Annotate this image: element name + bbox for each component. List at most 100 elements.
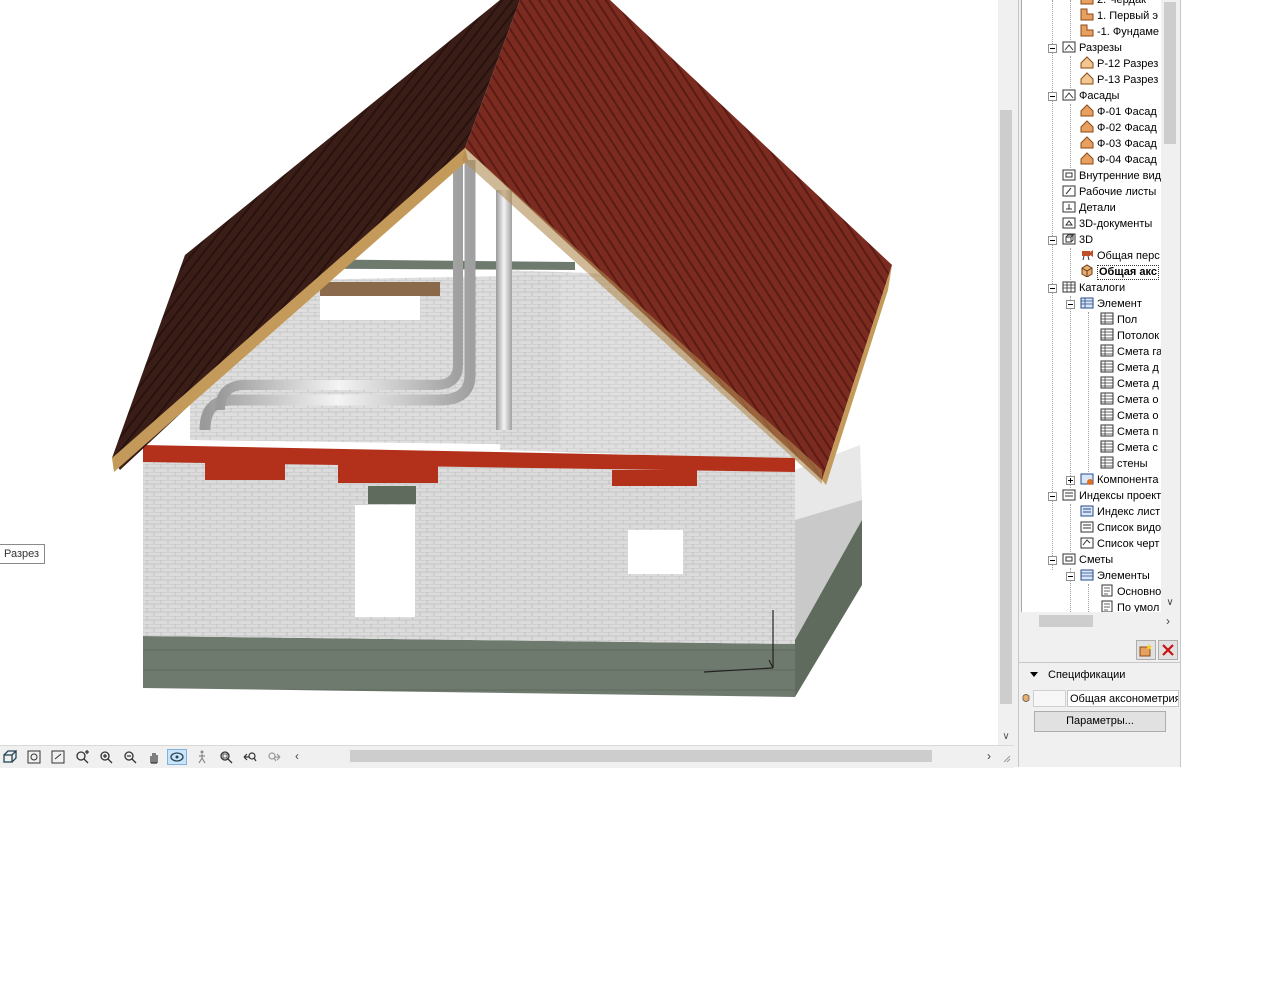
tree-item-story-1[interactable]: 1. Первый э xyxy=(1080,8,1158,24)
zoom-previous-icon[interactable] xyxy=(48,749,68,765)
tree-item-section-r13[interactable]: Р-13 Разрез xyxy=(1080,72,1158,88)
tree-item-elevation-f04[interactable]: Ф-04 Фасад xyxy=(1080,152,1157,168)
view-type-icon xyxy=(1022,693,1030,703)
tree-item-schedules[interactable]: Каталоги xyxy=(1062,280,1125,296)
chevron-down-icon[interactable]: ∨ xyxy=(1000,730,1012,744)
chevron-right-icon[interactable]: › xyxy=(982,748,996,764)
viewport-horizontal-scrollbar[interactable]: ‹ › xyxy=(290,748,1006,764)
tree-item-generic-axonometry[interactable]: Общая акс xyxy=(1080,264,1159,280)
table-icon xyxy=(1100,424,1114,437)
walk-icon[interactable] xyxy=(192,749,212,765)
tree-scroll-thumb[interactable] xyxy=(1164,2,1176,144)
orbit-icon[interactable] xyxy=(167,749,187,765)
table-icon xyxy=(1100,440,1114,453)
collapse-toggle[interactable] xyxy=(1066,300,1075,309)
new-view-icon xyxy=(1139,644,1152,657)
collapse-toggle[interactable] xyxy=(1048,492,1057,501)
3d-view-icon[interactable] xyxy=(0,749,20,765)
section-view-icon xyxy=(1080,72,1094,85)
chevron-left-icon[interactable]: ‹ xyxy=(290,748,304,764)
table-icon xyxy=(1100,360,1114,373)
tree-item-generic-perspective[interactable]: Общая перс xyxy=(1080,248,1160,264)
tree-item-worksheets[interactable]: Рабочие листы xyxy=(1062,184,1156,200)
horizontal-scroll-thumb[interactable] xyxy=(350,750,932,762)
tree-item-sections[interactable]: Разрезы xyxy=(1062,40,1122,56)
tree-horizontal-scrollbar[interactable]: › xyxy=(1021,612,1179,630)
zoom-window-icon[interactable] xyxy=(216,749,236,765)
table-icon xyxy=(1100,344,1114,357)
forward-zoom-icon[interactable] xyxy=(264,749,284,765)
delete-button[interactable] xyxy=(1158,640,1178,660)
3d-viewport[interactable] xyxy=(0,0,998,745)
tree-item-sheet-index[interactable]: Индекс лист xyxy=(1080,504,1160,520)
tree-item-schedule-ceiling[interactable]: Потолок xyxy=(1100,328,1159,344)
expand-toggle[interactable] xyxy=(1066,476,1075,485)
table-icon xyxy=(1100,328,1114,341)
tree-item-elevation-f02[interactable]: Ф-02 Фасад xyxy=(1080,120,1157,136)
collapse-toggle[interactable] xyxy=(1048,92,1057,101)
tree-item-elevation-f03[interactable]: Ф-03 Фасад xyxy=(1080,136,1157,152)
chevron-right-icon[interactable]: › xyxy=(1161,612,1175,630)
table-icon xyxy=(1100,456,1114,469)
house-3d-model[interactable] xyxy=(0,0,998,745)
chevron-down-icon[interactable]: ∨ xyxy=(1164,596,1176,610)
zoom-out-icon[interactable] xyxy=(120,749,140,765)
tree-item-components[interactable]: Компонента xyxy=(1080,472,1158,488)
resize-grip-icon[interactable] xyxy=(1002,750,1012,764)
fit-in-window-icon[interactable] xyxy=(24,749,44,765)
tree-item-3d[interactable]: 3D xyxy=(1062,232,1093,248)
tree-item-schedule-6[interactable]: Смета о xyxy=(1100,392,1158,408)
tree-item-elevation-f01[interactable]: Ф-01 Фасад xyxy=(1080,104,1157,120)
tree-item-project-indexes[interactable]: Индексы проект xyxy=(1062,488,1161,504)
collapse-toggle[interactable] xyxy=(1048,236,1057,245)
parameters-button[interactable]: Параметры... xyxy=(1034,711,1166,732)
table-icon xyxy=(1100,408,1114,421)
tree-item-view-list[interactable]: Список видо xyxy=(1080,520,1161,536)
vertical-scroll-thumb[interactable] xyxy=(1000,110,1012,704)
view-name-field[interactable]: Общая аксонометрия xyxy=(1067,690,1179,707)
collapse-toggle[interactable] xyxy=(1048,284,1057,293)
tree-item-elevations[interactable]: Фасады xyxy=(1062,88,1119,104)
tooltip: Разрез xyxy=(0,544,46,564)
tree-item-schedule-5[interactable]: Смета д xyxy=(1100,376,1159,392)
tree-item-details[interactable]: Детали xyxy=(1062,200,1116,216)
collapse-toggle[interactable] xyxy=(1048,44,1057,53)
tree-vertical-scrollbar[interactable]: ∨ xyxy=(1161,0,1179,612)
viewport-vertical-scrollbar[interactable]: ∨ xyxy=(998,0,1014,745)
tree-item-estimate-default[interactable]: По умол xyxy=(1100,600,1159,612)
navigator-tree[interactable]: 2. Чердак 1. Первый э -1. Фундаме Разрез… xyxy=(1021,0,1162,612)
zoom-in-icon[interactable] xyxy=(96,749,116,765)
tree-item-schedule-8[interactable]: Смета п xyxy=(1100,424,1158,440)
tree-item-estimate-elements[interactable]: Элементы xyxy=(1080,568,1150,584)
story-icon xyxy=(1080,0,1094,5)
tree-item-story-foundation[interactable]: -1. Фундаме xyxy=(1080,24,1159,40)
table-icon xyxy=(1100,312,1114,325)
table-icon xyxy=(1100,392,1114,405)
view-id-field[interactable] xyxy=(1033,690,1066,707)
new-view-button[interactable] xyxy=(1136,640,1156,660)
tree-item-schedule-floor[interactable]: Пол xyxy=(1100,312,1137,328)
tree-item-section-r12[interactable]: Р-12 Разрез xyxy=(1080,56,1158,72)
tree-item-interior-elevations[interactable]: Внутренние вид xyxy=(1062,168,1161,184)
specs-section-header[interactable]: Спецификации xyxy=(1030,667,1180,683)
tree-item-estimate-main[interactable]: Основно xyxy=(1100,584,1161,600)
collapse-toggle[interactable] xyxy=(1048,556,1057,565)
back-zoom-icon[interactable] xyxy=(240,749,260,765)
tree-item-schedule-7[interactable]: Смета о xyxy=(1100,408,1158,424)
tree-item-drawing-list[interactable]: Список черт xyxy=(1080,536,1159,552)
pan-icon[interactable] xyxy=(144,749,164,765)
tree-item-element-schedules[interactable]: Элемент xyxy=(1080,296,1142,312)
zoom-add-icon[interactable] xyxy=(72,749,92,765)
tree-item-schedule-4[interactable]: Смета д xyxy=(1100,360,1159,376)
tree-item-schedule-9[interactable]: Смета с xyxy=(1100,440,1158,456)
tree-item-schedule-walls[interactable]: стены xyxy=(1100,456,1148,472)
tree-item-story-2[interactable]: 2. Чердак xyxy=(1080,0,1146,8)
tree-item-estimates[interactable]: Сметы xyxy=(1062,552,1113,568)
tree-item-3d-documents[interactable]: 3D-документы xyxy=(1062,216,1152,232)
estimates-folder-icon xyxy=(1062,552,1076,565)
tree-item-schedule-3[interactable]: Смета га xyxy=(1100,344,1162,360)
tree-hscroll-thumb[interactable] xyxy=(1039,615,1093,627)
axonometry-icon xyxy=(1080,264,1094,278)
delete-icon xyxy=(1162,644,1174,656)
collapse-toggle[interactable] xyxy=(1066,572,1075,581)
